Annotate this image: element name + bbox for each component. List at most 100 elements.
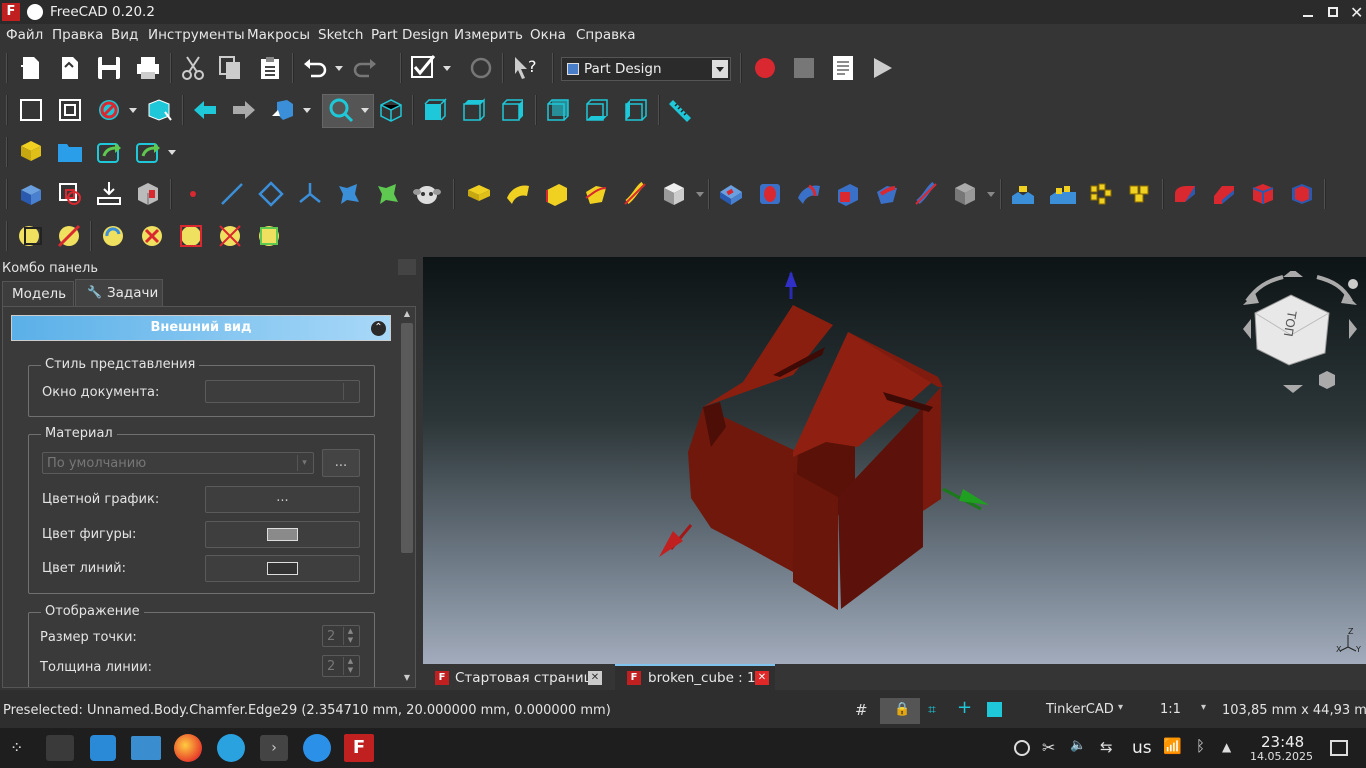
- macro-record-icon[interactable]: [750, 53, 780, 83]
- 3d-view[interactable]: ТОП Z X Y: [423, 257, 1366, 664]
- save-icon[interactable]: [94, 53, 124, 83]
- model-broken-cube[interactable]: [423, 257, 1366, 664]
- open-document-icon[interactable]: [55, 53, 85, 83]
- measure-angular-icon[interactable]: [54, 221, 84, 251]
- polar-pattern-icon[interactable]: [1086, 179, 1116, 209]
- measure-linear-icon[interactable]: [14, 221, 44, 251]
- color-plot-button[interactable]: ...: [205, 486, 360, 513]
- software-store-icon[interactable]: [90, 735, 116, 761]
- appearance-panel-header[interactable]: Внешний вид ⌃: [11, 315, 391, 341]
- draw-style-icon[interactable]: [94, 95, 124, 125]
- menu-measure[interactable]: Измерить: [454, 27, 523, 43]
- measure-toggle-all-icon[interactable]: [254, 221, 284, 251]
- macro-edit-icon[interactable]: [828, 53, 858, 83]
- standard-views-icon[interactable]: [326, 95, 356, 125]
- tab-tasks[interactable]: 🔧 Задачи: [75, 279, 163, 306]
- linear-pattern-icon[interactable]: [1047, 179, 1077, 209]
- additive-pipe-icon[interactable]: [581, 179, 611, 209]
- left-view-icon[interactable]: [621, 95, 651, 125]
- lock-snap-button[interactable]: 🔒: [880, 698, 920, 724]
- recompute-icon[interactable]: [466, 53, 496, 83]
- measure-distance-icon[interactable]: [666, 95, 696, 125]
- material-more-button[interactable]: ...: [322, 449, 360, 477]
- mirrored-icon[interactable]: [1008, 179, 1038, 209]
- collapse-icon[interactable]: ⌃: [371, 321, 386, 336]
- combo-panel-float-button[interactable]: [398, 259, 416, 275]
- add-snap-icon[interactable]: +: [957, 699, 973, 717]
- view-mode-icon[interactable]: [987, 702, 1002, 717]
- fit-selection-icon[interactable]: [55, 95, 85, 125]
- line-color-button[interactable]: [205, 555, 360, 582]
- vertical-scrollbar[interactable]: ▲ ▼: [399, 307, 415, 687]
- link-actions-dropdown-icon[interactable]: [165, 137, 179, 167]
- volume-icon[interactable]: 🔈: [1070, 738, 1086, 756]
- subtractive-primitive-icon[interactable]: [950, 179, 980, 209]
- system-settings-icon[interactable]: [46, 735, 74, 761]
- network-icon[interactable]: ⇆: [1100, 738, 1120, 756]
- network-app-icon[interactable]: [303, 734, 331, 762]
- close-icon[interactable]: ✕: [755, 671, 769, 685]
- subtractive-pipe-icon[interactable]: [872, 179, 902, 209]
- hole-icon[interactable]: [755, 179, 785, 209]
- shape-color-button[interactable]: [205, 521, 360, 548]
- menu-help[interactable]: Справка: [576, 27, 635, 43]
- thickness-icon[interactable]: [1287, 179, 1317, 209]
- terminal-icon[interactable]: ›: [260, 735, 288, 761]
- tab-start-page[interactable]: F Стартовая страница ✕: [425, 666, 611, 690]
- isometric-view-icon[interactable]: [376, 95, 406, 125]
- additive-primitive-icon[interactable]: [659, 179, 689, 209]
- tray-expand-icon[interactable]: ▲: [1222, 740, 1236, 754]
- create-body-icon[interactable]: [16, 179, 46, 209]
- telegram-icon[interactable]: [217, 734, 245, 762]
- scroll-up-icon[interactable]: ▲: [401, 309, 413, 321]
- restore-button[interactable]: [1325, 4, 1341, 20]
- bottom-view-icon[interactable]: [582, 95, 612, 125]
- point-size-spinbox[interactable]: 2 ▲ ▼: [322, 625, 360, 647]
- window-menu-icon[interactable]: [27, 4, 43, 20]
- additive-primitive-dropdown-icon[interactable]: [693, 179, 707, 209]
- navigation-cube[interactable]: ТОП: [1241, 269, 1361, 401]
- navigation-style-selector[interactable]: TinkerCAD ▾: [1040, 701, 1130, 719]
- scrollbar-thumb[interactable]: [401, 323, 413, 553]
- measure-refresh-icon[interactable]: [98, 221, 128, 251]
- menu-edit[interactable]: Правка: [52, 27, 103, 43]
- cut-icon[interactable]: [178, 53, 208, 83]
- top-view-icon[interactable]: [459, 95, 489, 125]
- menu-windows[interactable]: Окна: [530, 27, 566, 43]
- pad-icon[interactable]: [464, 179, 494, 209]
- create-link-icon[interactable]: [94, 137, 124, 167]
- keyboard-layout[interactable]: us: [1132, 738, 1152, 758]
- tab-model[interactable]: Модель: [2, 281, 74, 306]
- clock-time[interactable]: 23:48: [1261, 733, 1304, 751]
- subtractive-loft-icon[interactable]: [833, 179, 863, 209]
- close-button[interactable]: ✕: [1350, 3, 1366, 22]
- menu-view[interactable]: Вид: [111, 27, 138, 43]
- measure-toggle-3d-icon[interactable]: [176, 221, 206, 251]
- subtractive-primitive-dropdown-icon[interactable]: [984, 179, 998, 209]
- rear-view-icon[interactable]: [543, 95, 573, 125]
- copy-icon[interactable]: [215, 53, 245, 83]
- attach-sketch-icon[interactable]: [94, 179, 124, 209]
- menu-file[interactable]: Файл: [6, 27, 43, 43]
- measure-clear-icon[interactable]: [137, 221, 167, 251]
- tools-icon[interactable]: ✂: [1042, 738, 1060, 757]
- show-desktop-icon[interactable]: [1330, 740, 1348, 756]
- macro-run-icon[interactable]: [867, 53, 897, 83]
- material-select[interactable]: По умолчанию ▾: [42, 452, 314, 474]
- wifi-icon[interactable]: 📶: [1163, 737, 1183, 757]
- pocket-icon[interactable]: [716, 179, 746, 209]
- draw-style-dropdown-icon[interactable]: [126, 95, 140, 125]
- measure-toggle-delta-icon[interactable]: [215, 221, 245, 251]
- freecad-taskbar-icon[interactable]: F: [344, 734, 374, 762]
- validate-sketch-icon[interactable]: [133, 179, 163, 209]
- document-window-select[interactable]: [205, 380, 360, 403]
- clone-icon[interactable]: [412, 179, 442, 209]
- menu-macros[interactable]: Макросы: [247, 27, 310, 43]
- sync-view-dropdown-icon[interactable]: [300, 95, 314, 125]
- sync-view-icon[interactable]: [268, 95, 298, 125]
- undo-icon[interactable]: [300, 53, 330, 83]
- bounding-box-icon[interactable]: [144, 95, 174, 125]
- grid-icon[interactable]: #: [855, 702, 871, 718]
- multi-transform-icon[interactable]: [1125, 179, 1155, 209]
- accessibility-icon[interactable]: [1014, 740, 1030, 756]
